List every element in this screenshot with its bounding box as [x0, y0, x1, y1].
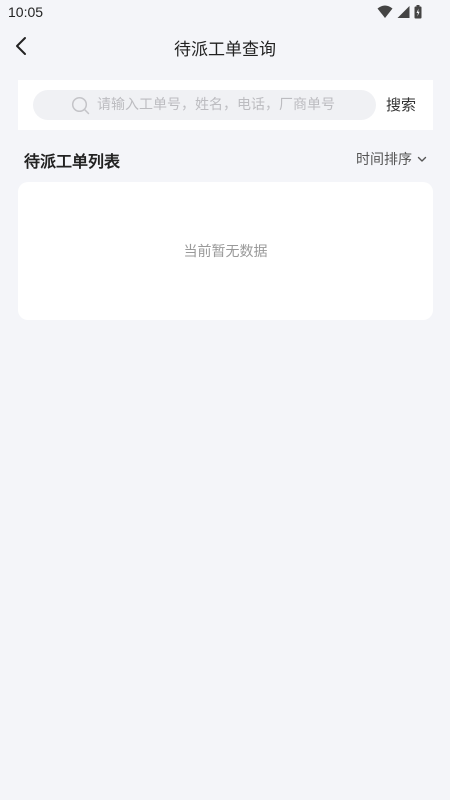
signal-icon [397, 5, 410, 19]
page-title: 待派工单查询 [174, 40, 276, 60]
search-box[interactable] [33, 90, 376, 120]
sort-label: 时间排序 [356, 152, 412, 168]
status-icons [377, 5, 422, 19]
list-header: 待派工单列表 时间排序 [24, 148, 428, 171]
search-button[interactable]: 搜索 [386, 94, 416, 115]
empty-state-text: 当前暂无数据 [183, 244, 268, 260]
status-bar: 10:05 [0, 0, 450, 26]
battery-icon [414, 5, 422, 19]
status-time: 10:05 [8, 4, 44, 20]
search-input[interactable] [97, 90, 367, 120]
search-icon [71, 96, 90, 115]
search-panel: 搜索 [18, 80, 433, 130]
wifi-icon [377, 5, 393, 19]
nav-bar: 待派工单查询 [0, 26, 450, 66]
work-order-list: 当前暂无数据 [18, 182, 433, 320]
list-title: 待派工单列表 [24, 152, 121, 171]
sort-dropdown[interactable]: 时间排序 [356, 149, 428, 169]
chevron-down-icon [416, 150, 428, 169]
